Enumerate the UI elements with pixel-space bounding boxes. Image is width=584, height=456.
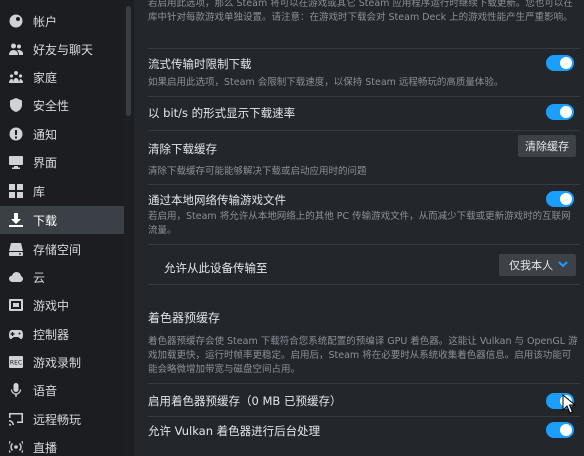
lan-transfer-description: 若启用，Steam 将允许从本地网络上的其他 PC 传输游戏文件，从而减少下载或… [148, 211, 571, 236]
drive-icon [9, 242, 23, 256]
notification-icon [9, 127, 23, 141]
clear-cache-button[interactable]: 清除缓存 [518, 135, 576, 157]
bits-display-title: 以 bit/s 的形式显示下载速率 [148, 106, 296, 120]
in-game-icon [9, 298, 23, 312]
sidebar-item-label: 游戏录制 [33, 355, 82, 370]
family-icon [9, 70, 23, 84]
sidebar-item-broadcasting[interactable]: 直播 [0, 433, 124, 456]
remote-play-icon [9, 412, 23, 426]
sidebar-item-label: 通知 [33, 127, 58, 142]
download-icon [9, 213, 23, 227]
microphone-icon [9, 383, 23, 397]
sidebar-item-label: 帐户 [33, 14, 58, 29]
sidebar-item-account[interactable]: 帐户 [0, 7, 124, 35]
sidebar-item-family[interactable]: 家庭 [0, 63, 124, 91]
sidebar-item-label: 好友与聊天 [33, 42, 94, 57]
friends-icon [9, 42, 23, 56]
stream-throttle-toggle[interactable] [546, 55, 574, 71]
sidebar-item-notifications[interactable]: 通知 [0, 120, 124, 148]
stream-throttle-description: 如果启用此选项，Steam 会限制下载速度，以保持 Steam 远程畅玩的高质量… [148, 77, 504, 88]
shader-enable-title: 启用着色器预缓存（0 MB 已预缓存） [148, 394, 342, 408]
shield-icon [9, 98, 23, 112]
sidebar-item-label: 语音 [33, 383, 58, 398]
controller-icon [9, 327, 23, 341]
sidebar-item-label: 远程畅玩 [33, 412, 82, 427]
divider [148, 416, 580, 417]
shader-section-title: 着色器预缓存 [148, 311, 221, 325]
settings-sidebar: 帐户 好友与聊天 家庭 安全性 通知 界面 库 下载 存储空间 云 游戏中 控制… [0, 0, 124, 456]
divider [148, 48, 580, 49]
sidebar-item-voice[interactable]: 语音 [0, 376, 124, 404]
sidebar-item-label: 游戏中 [33, 298, 70, 313]
sidebar-item-label: 控制器 [33, 327, 70, 342]
bits-display-toggle[interactable] [546, 104, 574, 120]
sidebar-item-downloads[interactable]: 下载 [0, 206, 124, 234]
monitor-icon [9, 155, 23, 169]
clear-cache-description: 清除下载缓存可能能够解决下载或启动应用时的问题 [148, 166, 367, 177]
sidebar-item-remote-play[interactable]: 远程畅玩 [0, 405, 124, 433]
sidebar-item-label: 下载 [33, 213, 58, 228]
divider [148, 184, 580, 185]
grid-icon [9, 184, 23, 198]
allow-transfer-title: 允许从此设备传输至 [164, 261, 268, 275]
sidebar-item-library[interactable]: 库 [0, 177, 124, 205]
scrollbar-thumb[interactable] [126, 6, 131, 116]
sidebar-item-friends[interactable]: 好友与聊天 [0, 35, 124, 63]
sidebar-item-interface[interactable]: 界面 [0, 148, 124, 176]
sidebar-item-label: 家庭 [33, 70, 58, 85]
sidebar-item-storage[interactable]: 存储空间 [0, 235, 124, 263]
broadcast-icon [9, 440, 23, 454]
vulkan-background-title: 允许 Vulkan 着色器进行后台处理 [148, 424, 321, 438]
divider [148, 284, 580, 285]
sidebar-item-in-game[interactable]: 游戏中 [0, 291, 124, 319]
sidebar-item-label: 直播 [33, 440, 58, 455]
steam-logo-icon [9, 14, 23, 28]
sidebar-item-label: 云 [33, 270, 46, 285]
download-during-gameplay-description: 若启用此选项，那么 Steam 将可以在游戏或其它 Steam 应用程序运行时继… [148, 0, 573, 23]
divider [148, 96, 580, 97]
sidebar-item-controller[interactable]: 控制器 [0, 320, 124, 348]
shader-description: 着色器预缓存会使 Steam 下载符合您系统配置的预编译 GPU 着色器。这能让… [148, 336, 578, 375]
cloud-icon [9, 270, 23, 284]
allow-transfer-selected-value: 仅我本人 [509, 259, 553, 272]
sidebar-item-label: 库 [33, 184, 46, 199]
divider [148, 244, 580, 245]
chevron-down-icon [558, 259, 568, 272]
clear-cache-title: 清除下载缓存 [148, 142, 217, 156]
lan-transfer-title: 通过本地网络传输游戏文件 [148, 193, 286, 207]
svg-text:REC: REC [10, 360, 22, 367]
sidebar-item-label: 安全性 [33, 98, 70, 113]
sidebar-item-label: 存储空间 [33, 242, 82, 257]
lan-transfer-toggle[interactable] [546, 191, 574, 207]
sidebar-item-game-recording[interactable]: REC 游戏录制 [0, 348, 124, 376]
sidebar-item-security[interactable]: 安全性 [0, 91, 124, 119]
divider [148, 130, 580, 131]
mouse-cursor-icon [562, 393, 578, 414]
vulkan-background-toggle[interactable] [546, 422, 574, 438]
sidebar-item-cloud[interactable]: 云 [0, 263, 124, 291]
divider [148, 383, 580, 384]
record-icon: REC [9, 355, 23, 369]
stream-throttle-title: 流式传输时限制下载 [148, 57, 252, 71]
sidebar-item-label: 界面 [33, 155, 58, 170]
allow-transfer-select[interactable]: 仅我本人 [499, 254, 576, 276]
